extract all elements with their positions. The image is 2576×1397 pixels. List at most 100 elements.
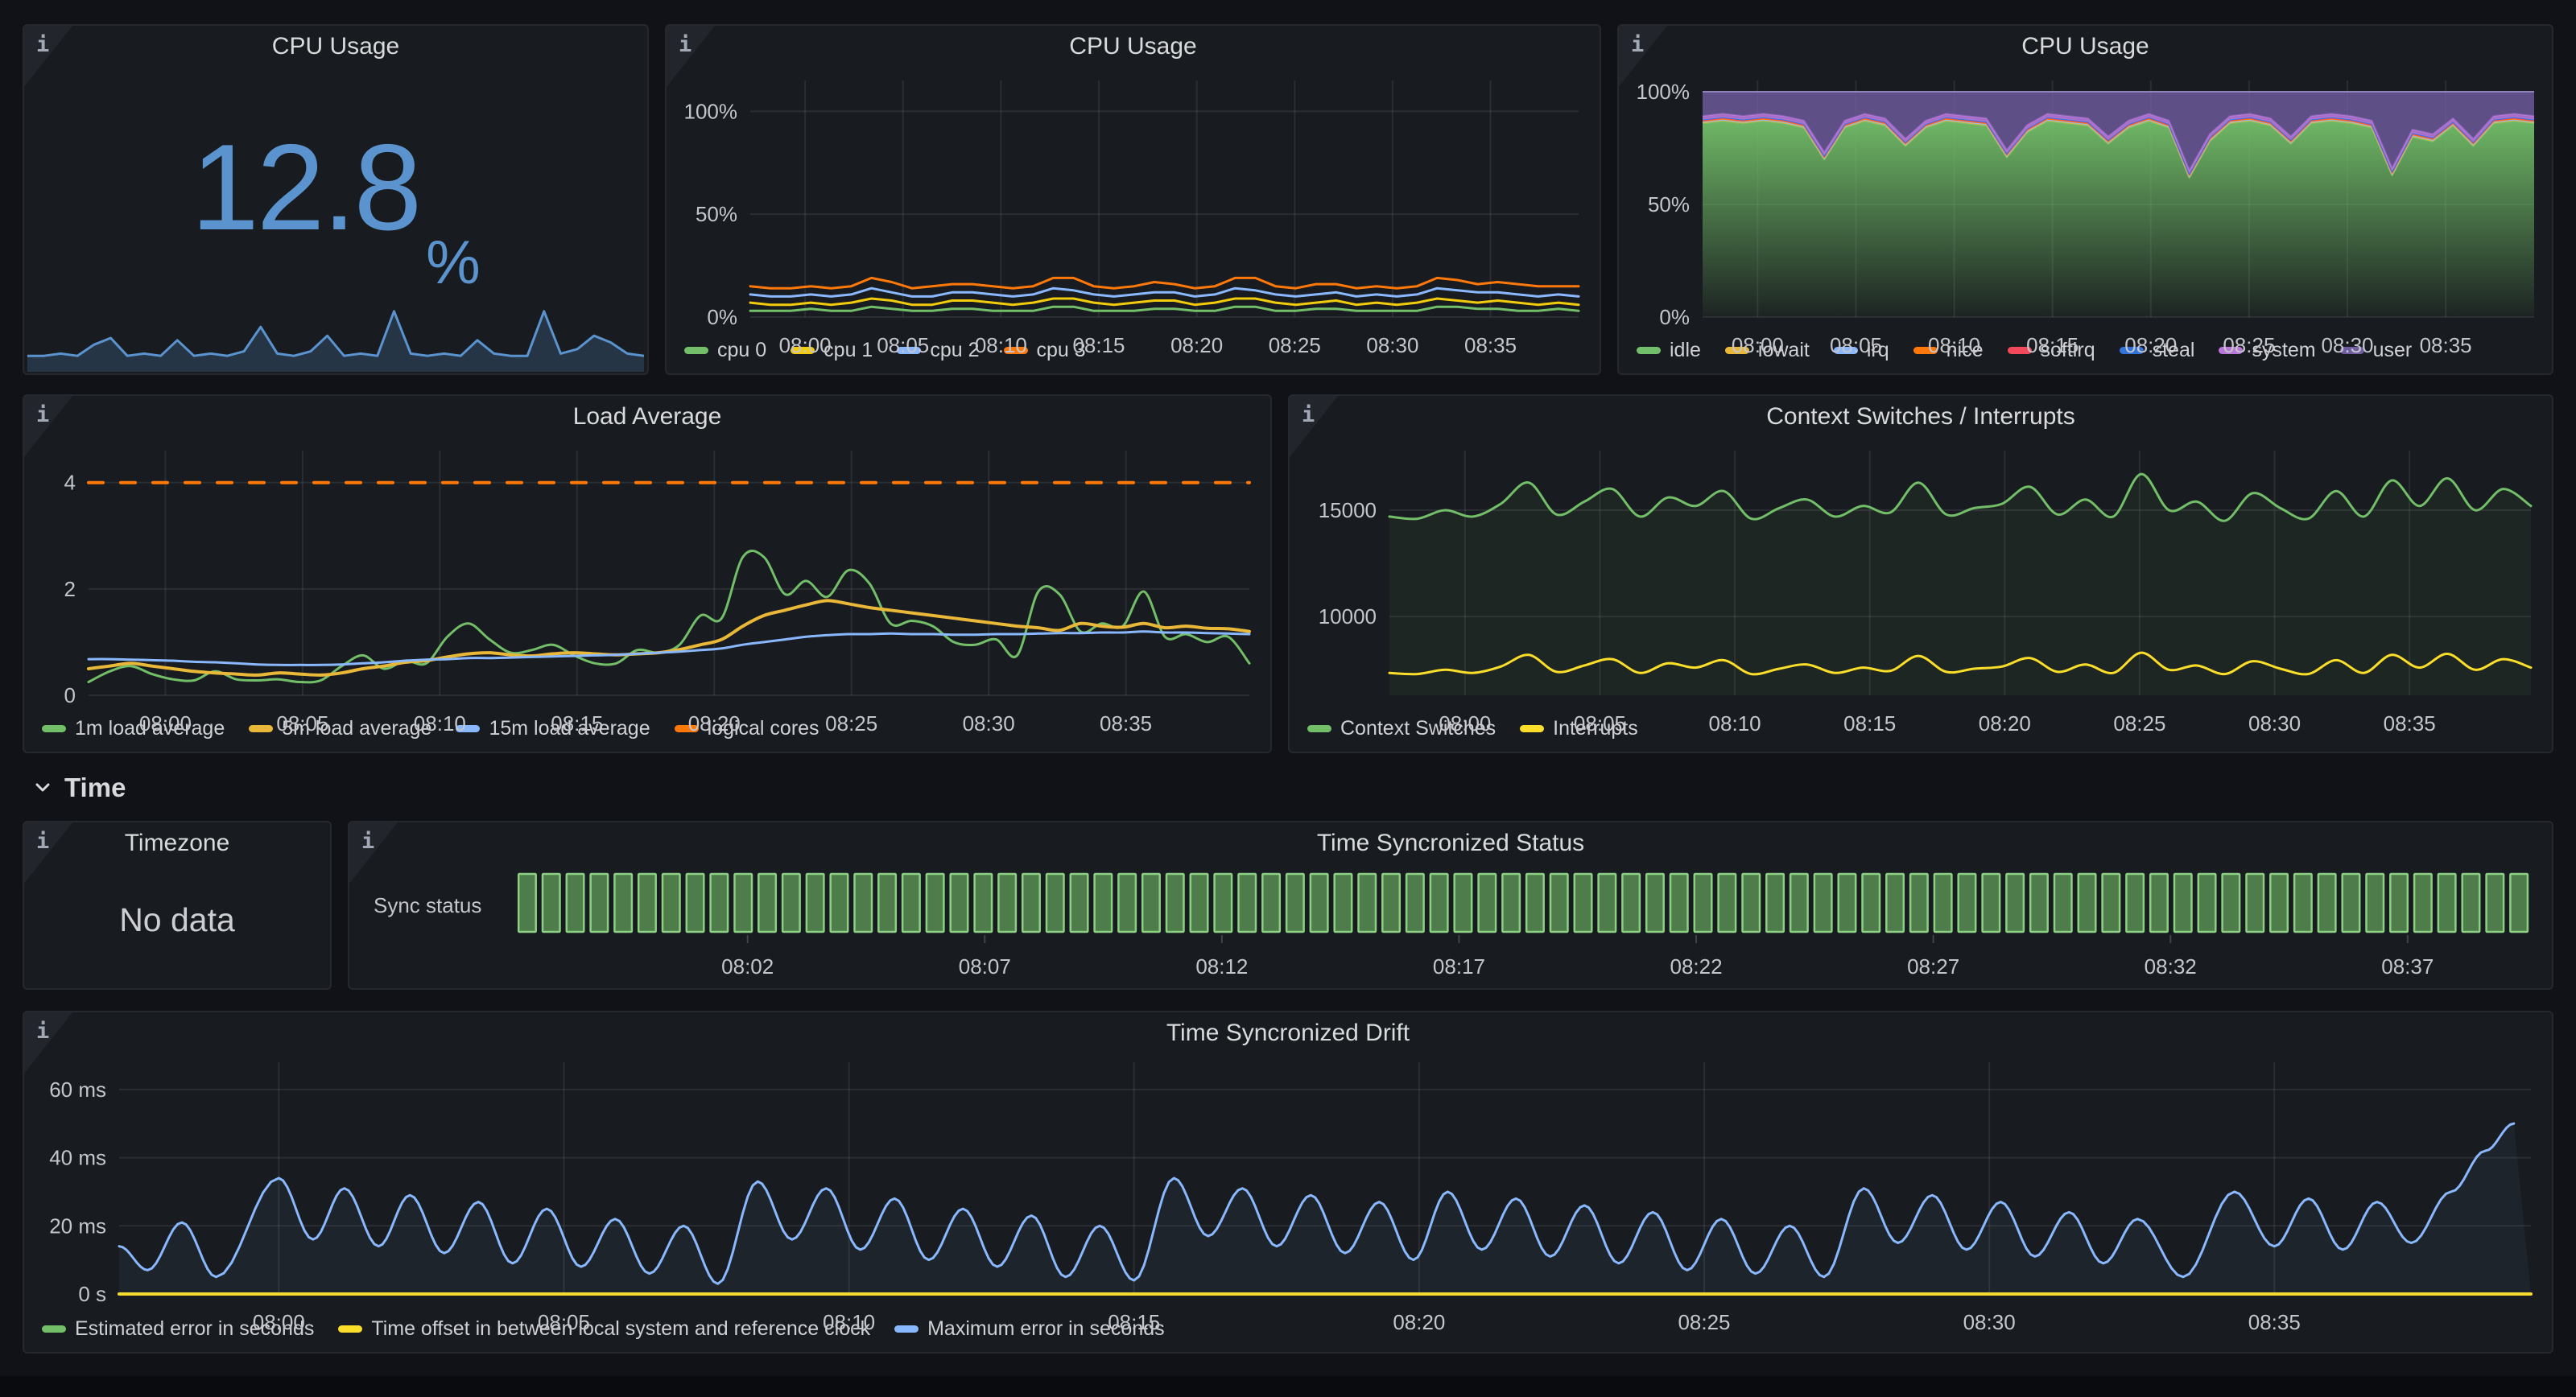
svg-text:08:25: 08:25	[1678, 1310, 1730, 1334]
svg-text:08:35: 08:35	[1464, 333, 1517, 357]
cpu-usage-sparkline[interactable]	[26, 304, 646, 372]
info-icon: i	[361, 829, 374, 854]
panel-time-sync-status: i Time Syncronized Status Sync status 08…	[348, 821, 2553, 990]
svg-text:20 ms: 20 ms	[49, 1214, 106, 1238]
svg-text:60 ms: 60 ms	[49, 1078, 106, 1102]
panel-timezone: i Timezone No data	[23, 821, 332, 990]
svg-text:40 ms: 40 ms	[49, 1146, 106, 1170]
svg-text:08:05: 08:05	[1830, 333, 1882, 357]
svg-text:08:30: 08:30	[2248, 711, 2301, 736]
info-icon: i	[679, 32, 691, 57]
svg-text:08:15: 08:15	[2026, 333, 2079, 357]
svg-text:08:35: 08:35	[1100, 711, 1152, 736]
time-sync-drift-chart[interactable]: 0 s20 ms40 ms60 ms08:0008:0508:1008:1508…	[24, 1053, 2552, 1317]
stat-unit: %	[426, 228, 481, 309]
section-title: Time	[64, 773, 126, 803]
svg-text:08:07: 08:07	[959, 954, 1011, 979]
context-switches-chart[interactable]: 100001500008:0008:0508:1008:1508:2008:25…	[1290, 436, 2552, 717]
panel-title[interactable]: CPU Usage	[667, 26, 1600, 66]
svg-text:08:05: 08:05	[1574, 711, 1626, 736]
svg-text:08:37: 08:37	[2381, 954, 2434, 979]
svg-text:0 s: 0 s	[78, 1282, 106, 1306]
svg-text:08:15: 08:15	[551, 711, 603, 736]
svg-text:08:17: 08:17	[1433, 954, 1485, 979]
svg-text:08:35: 08:35	[2248, 1310, 2301, 1334]
svg-text:08:22: 08:22	[1670, 954, 1723, 979]
cpu-stacked-chart[interactable]: 0%50%100%08:0008:0508:1008:1508:2008:250…	[1619, 66, 2552, 339]
svg-text:08:10: 08:10	[823, 1310, 875, 1334]
panel-load-average: i Load Average 0 2 4 08:00 08:05 08:10 08:15 08…	[23, 394, 1272, 753]
svg-text:08:00: 08:00	[1732, 333, 1784, 357]
panel-title[interactable]: Load Average	[24, 396, 1270, 436]
svg-text:08:00: 08:00	[1439, 711, 1491, 736]
svg-text:08:15: 08:15	[1072, 333, 1125, 357]
info-icon: i	[36, 1019, 49, 1044]
dashboard-row-2: i Load Average 0 2 4 08:00 08:05 08:10 08:15 08…	[23, 394, 2553, 753]
panel-cpu-usage-stacked: i CPU Usage 0%50%100%08:0008:0508:1008:1…	[1617, 24, 2553, 375]
section-header-time[interactable]: Time	[23, 768, 2553, 808]
panel-context-switches: i Context Switches / Interrupts 10000 150…	[1288, 394, 2553, 753]
grafana-dashboard: i CPU Usage 12.8 % i CPU Usage 0%50%100%…	[0, 0, 2576, 1397]
panel-cpu-usage-stat: i CPU Usage 12.8 %	[23, 24, 649, 375]
dashboard-row-3: i Timezone No data i Time Syncronized St…	[23, 821, 2553, 990]
dashboard-row-1: i CPU Usage 12.8 % i CPU Usage 0%50%100%…	[23, 24, 2553, 375]
svg-text:08:15: 08:15	[1843, 711, 1896, 736]
svg-text:08:35: 08:35	[2384, 711, 2436, 736]
svg-text:4: 4	[64, 471, 76, 495]
info-icon: i	[36, 402, 49, 427]
info-icon: i	[1631, 32, 1644, 57]
svg-text:08:25: 08:25	[1269, 333, 1321, 357]
panel-title[interactable]: Time Syncronized Status	[349, 822, 2552, 863]
svg-text:08:32: 08:32	[2145, 954, 2197, 979]
chevron-down-icon	[34, 782, 52, 793]
svg-text:08:00: 08:00	[779, 333, 832, 357]
svg-text:08:30: 08:30	[2321, 333, 2373, 357]
svg-text:08:30: 08:30	[1963, 1310, 2016, 1334]
svg-text:50%: 50%	[1648, 192, 1690, 216]
svg-text:08:30: 08:30	[1366, 333, 1418, 357]
svg-text:08:05: 08:05	[877, 333, 929, 357]
svg-text:08:20: 08:20	[1979, 711, 2031, 736]
panel-cpu-usage-per-core: i CPU Usage 0% 50% 100% 08:00 08:05 08:10 08:1…	[665, 24, 1601, 375]
svg-text:08:10: 08:10	[1928, 333, 1980, 357]
load-average-chart[interactable]: 02408:0008:0508:1008:1508:2008:2508:3008…	[24, 436, 1270, 717]
svg-text:08:25: 08:25	[2113, 711, 2165, 736]
svg-text:08:10: 08:10	[1709, 711, 1761, 736]
info-icon: i	[1302, 402, 1315, 427]
svg-text:08:25: 08:25	[2223, 333, 2275, 357]
panel-title[interactable]: CPU Usage	[24, 26, 647, 66]
svg-text:08:05: 08:05	[276, 711, 328, 736]
panel-title[interactable]: Time Syncronized Drift	[24, 1012, 2552, 1053]
svg-text:08:20: 08:20	[2124, 333, 2177, 357]
bottom-strip	[0, 1376, 2576, 1397]
sync-status-timeline[interactable]: 08:0208:0708:1208:1708:2208:2708:3208:37	[510, 863, 2552, 988]
svg-text:08:10: 08:10	[975, 333, 1027, 357]
svg-text:2: 2	[64, 577, 76, 601]
svg-text:08:05: 08:05	[538, 1310, 590, 1334]
panel-time-sync-drift: i Time Syncronized Drift 0 s 20 ms 40 ms 60…	[23, 1011, 2553, 1354]
svg-text:08:00: 08:00	[139, 711, 192, 736]
cpu-per-core-chart[interactable]: 0%50%100%08:0008:0508:1008:1508:2008:250…	[667, 66, 1600, 339]
svg-text:08:20: 08:20	[1170, 333, 1223, 357]
svg-text:08:27: 08:27	[1907, 954, 1959, 979]
panel-title[interactable]: CPU Usage	[1619, 26, 2552, 66]
svg-text:0%: 0%	[707, 305, 737, 329]
svg-text:15000: 15000	[1319, 498, 1377, 522]
svg-text:08:25: 08:25	[825, 711, 877, 736]
svg-text:08:10: 08:10	[414, 711, 466, 736]
info-icon: i	[36, 829, 49, 854]
svg-text:08:35: 08:35	[2420, 333, 2472, 357]
stat-value: 12.8	[191, 117, 419, 258]
svg-text:08:20: 08:20	[1393, 1310, 1445, 1334]
info-icon: i	[36, 32, 49, 57]
sync-status-row: Sync status 08:0208:0708:1208:1708:2208:…	[349, 863, 2552, 988]
svg-text:100%: 100%	[684, 99, 738, 123]
svg-text:08:30: 08:30	[963, 711, 1015, 736]
svg-text:50%: 50%	[696, 202, 737, 226]
svg-text:08:15: 08:15	[1108, 1310, 1160, 1334]
panel-title[interactable]: Context Switches / Interrupts	[1290, 396, 2552, 436]
svg-text:08:20: 08:20	[688, 711, 741, 736]
svg-text:10000: 10000	[1319, 604, 1377, 628]
svg-text:0: 0	[64, 683, 76, 707]
dashboard-row-4: i Time Syncronized Drift 0 s 20 ms 40 ms 60…	[23, 1011, 2553, 1354]
